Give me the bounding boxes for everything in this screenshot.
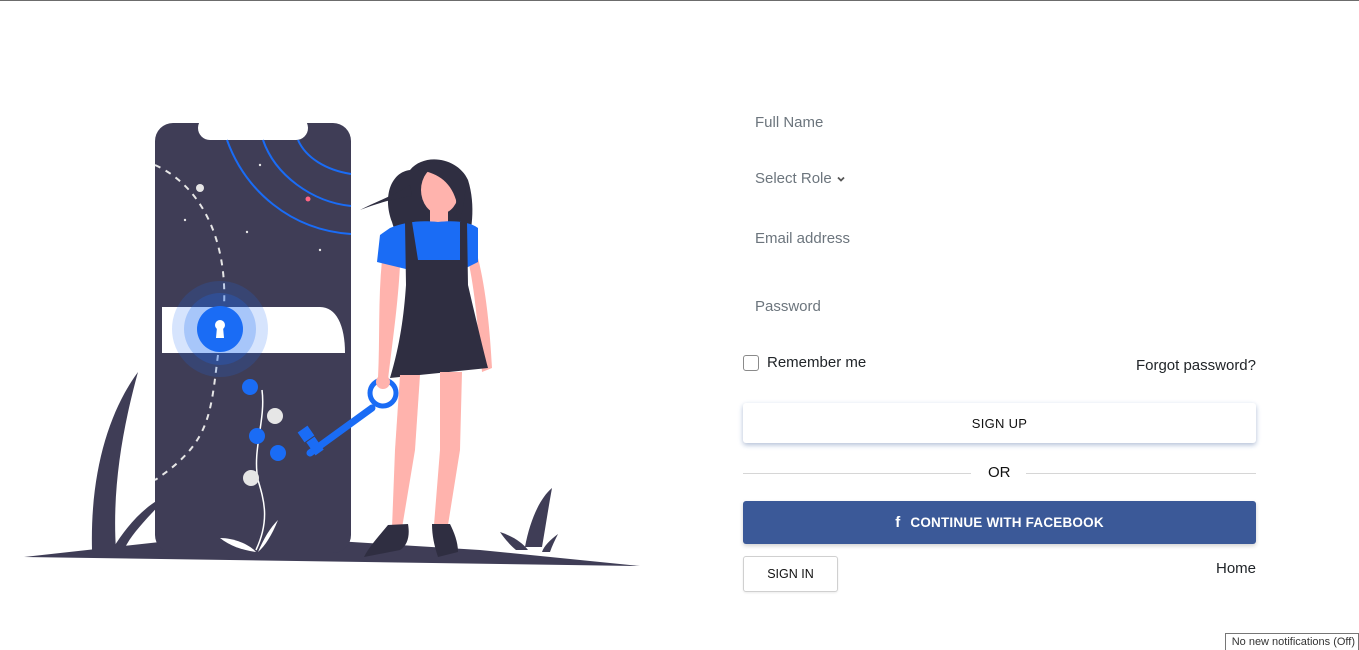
divider-line-left [743,473,971,474]
security-illustration [24,116,640,566]
sign-up-button[interactable]: SIGN UP [743,403,1256,443]
sign-in-button[interactable]: SIGN IN [743,556,838,592]
top-border [0,0,1359,1]
or-text: OR [988,464,1011,481]
full-name-input[interactable] [743,102,1256,142]
remember-label: Remember me [767,354,867,371]
remember-checkbox[interactable] [743,354,759,371]
chevron-down-icon [837,176,845,182]
email-input[interactable] [743,218,1256,258]
facebook-button-label: CONTINUE WITH FACEBOOK [910,515,1104,530]
full-name-field [743,102,1256,142]
forgot-password-link[interactable]: Forgot password? [1136,357,1256,374]
divider-line-right [1026,473,1256,474]
or-divider: OR [743,462,1256,484]
select-role-dropdown[interactable]: Select Role [755,170,846,187]
facebook-icon: f [895,514,901,531]
notification-status: No new notifications (Off) [1224,633,1359,650]
remember-me: Remember me [743,354,866,371]
select-role-label: Select Role [755,170,832,187]
email-field [743,218,1256,258]
password-field [743,286,1256,326]
continue-with-facebook-button[interactable]: f CONTINUE WITH FACEBOOK [743,501,1256,544]
password-input[interactable] [743,286,1256,326]
home-link[interactable]: Home [1216,560,1256,577]
